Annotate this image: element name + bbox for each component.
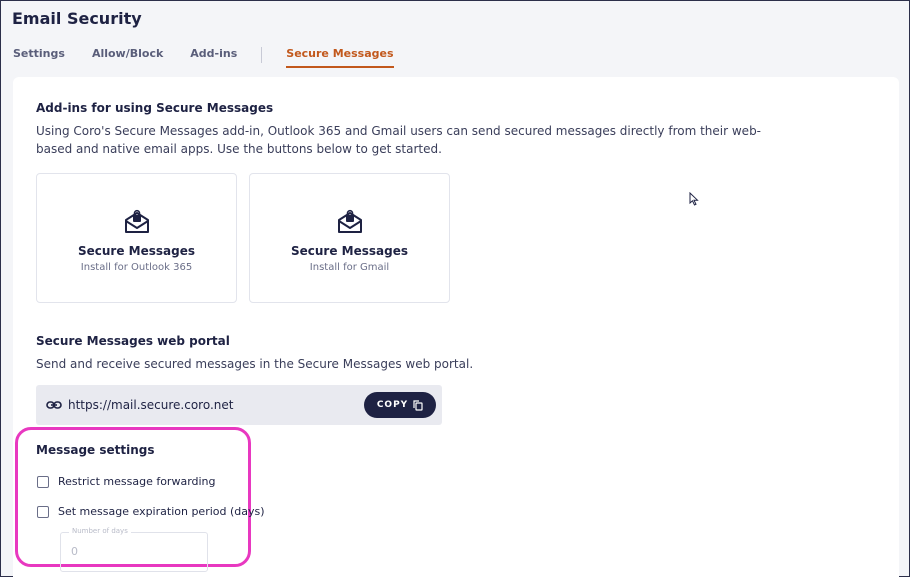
tab-allow-block[interactable]: Allow/Block <box>92 47 163 66</box>
mouse-cursor-icon <box>689 192 699 206</box>
tab-add-ins[interactable]: Add-ins <box>190 47 237 66</box>
number-of-days-label: Number of days <box>69 527 131 535</box>
addins-section-description: Using Coro's Secure Messages add-in, Out… <box>36 124 762 156</box>
outlook-tile-title: Secure Messages <box>77 244 195 258</box>
copy-button-label: COPY <box>376 400 409 410</box>
page-title: Email Security <box>12 9 142 28</box>
copy-url-button[interactable]: COPY <box>364 392 436 418</box>
expiration-period-option[interactable]: Set message expiration period (days) <box>37 505 265 518</box>
portal-url-bar: https://mail.secure.coro.net COPY <box>36 385 442 425</box>
gmail-addin-tile[interactable]: Secure Messages Install for Gmail <box>249 173 450 303</box>
gmail-tile-subtitle: Install for Gmail <box>309 262 390 273</box>
copy-icon <box>413 399 423 411</box>
restrict-forwarding-label: Restrict message forwarding <box>58 475 216 488</box>
secure-mail-icon <box>125 209 149 233</box>
secure-mail-icon <box>338 209 362 233</box>
message-settings-title: Message settings <box>36 443 155 457</box>
portal-section-title: Secure Messages web portal <box>36 334 230 348</box>
portal-section-description: Send and receive secured messages in the… <box>36 357 474 371</box>
restrict-forwarding-option[interactable]: Restrict message forwarding <box>37 475 216 488</box>
portal-url-text: https://mail.secure.coro.net <box>68 398 234 412</box>
tab-settings[interactable]: Settings <box>13 47 65 66</box>
expiration-period-checkbox[interactable] <box>37 505 49 518</box>
expiration-period-label: Set message expiration period (days) <box>58 505 265 518</box>
tab-bar: Settings Allow/Block Add-ins Secure Mess… <box>13 47 421 69</box>
outlook-tile-subtitle: Install for Outlook 365 <box>80 262 193 273</box>
number-of-days-input[interactable] <box>71 545 191 558</box>
outlook-addin-tile[interactable]: Secure Messages Install for Outlook 365 <box>36 173 237 303</box>
tab-divider <box>261 47 263 63</box>
tab-secure-messages[interactable]: Secure Messages <box>286 47 394 68</box>
addins-section-title: Add-ins for using Secure Messages <box>36 101 274 115</box>
link-icon <box>46 401 62 409</box>
restrict-forwarding-checkbox[interactable] <box>37 475 49 488</box>
number-of-days-field: Number of days <box>60 527 208 572</box>
gmail-tile-title: Secure Messages <box>290 244 408 258</box>
